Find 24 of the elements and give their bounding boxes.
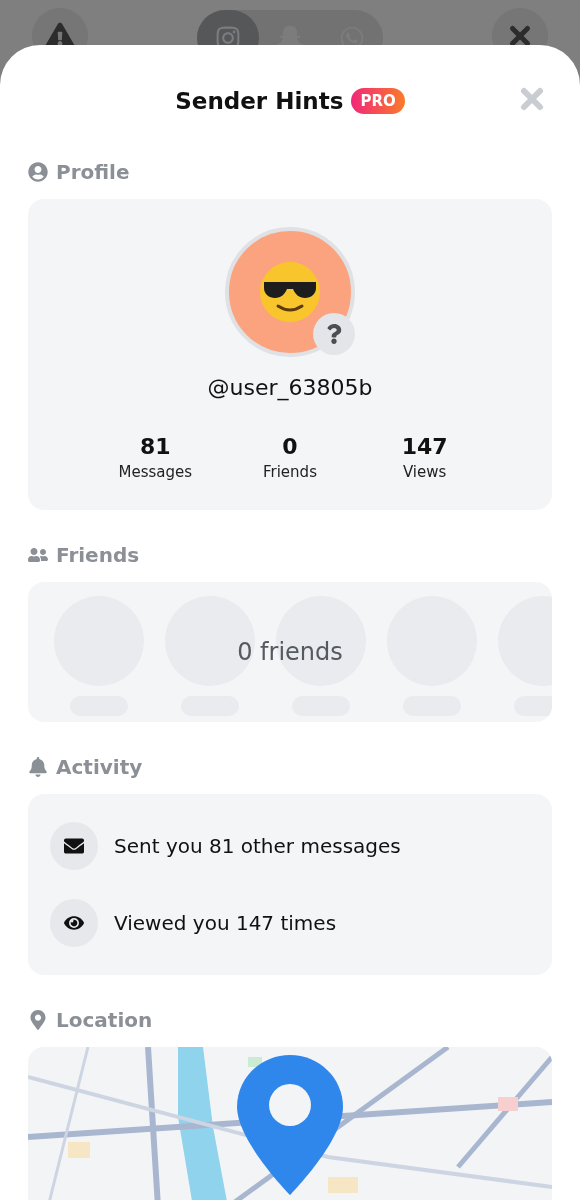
empty-friends-text: 0 friends bbox=[236, 638, 344, 666]
pro-badge: PRO bbox=[351, 88, 405, 114]
stat-value: 0 bbox=[282, 434, 298, 459]
section-heading: Activity bbox=[56, 755, 143, 779]
users-icon bbox=[28, 545, 48, 565]
user-icon bbox=[28, 162, 48, 182]
stat-label: Friends bbox=[263, 463, 317, 481]
envelope-icon bbox=[50, 822, 98, 870]
map-pin-icon bbox=[237, 1055, 343, 1195]
eye-icon bbox=[50, 899, 98, 947]
section-heading: Profile bbox=[56, 160, 130, 184]
username: @user_63805b bbox=[207, 375, 373, 400]
activity-text: Sent you 81 other messages bbox=[114, 834, 401, 858]
location-pin-icon bbox=[28, 1010, 48, 1030]
stat-label: Views bbox=[402, 463, 447, 481]
stat-value: 147 bbox=[401, 434, 448, 459]
stat-label: Messages bbox=[118, 463, 193, 481]
stat-value: 81 bbox=[140, 434, 171, 459]
activity-text: Viewed you 147 times bbox=[114, 911, 337, 935]
section-heading: Friends bbox=[56, 543, 140, 567]
sunglasses-emoji-icon bbox=[258, 260, 322, 324]
sheet-title: Sender Hints bbox=[175, 88, 344, 114]
bell-icon bbox=[28, 757, 48, 777]
section-heading: Location bbox=[56, 1008, 153, 1032]
